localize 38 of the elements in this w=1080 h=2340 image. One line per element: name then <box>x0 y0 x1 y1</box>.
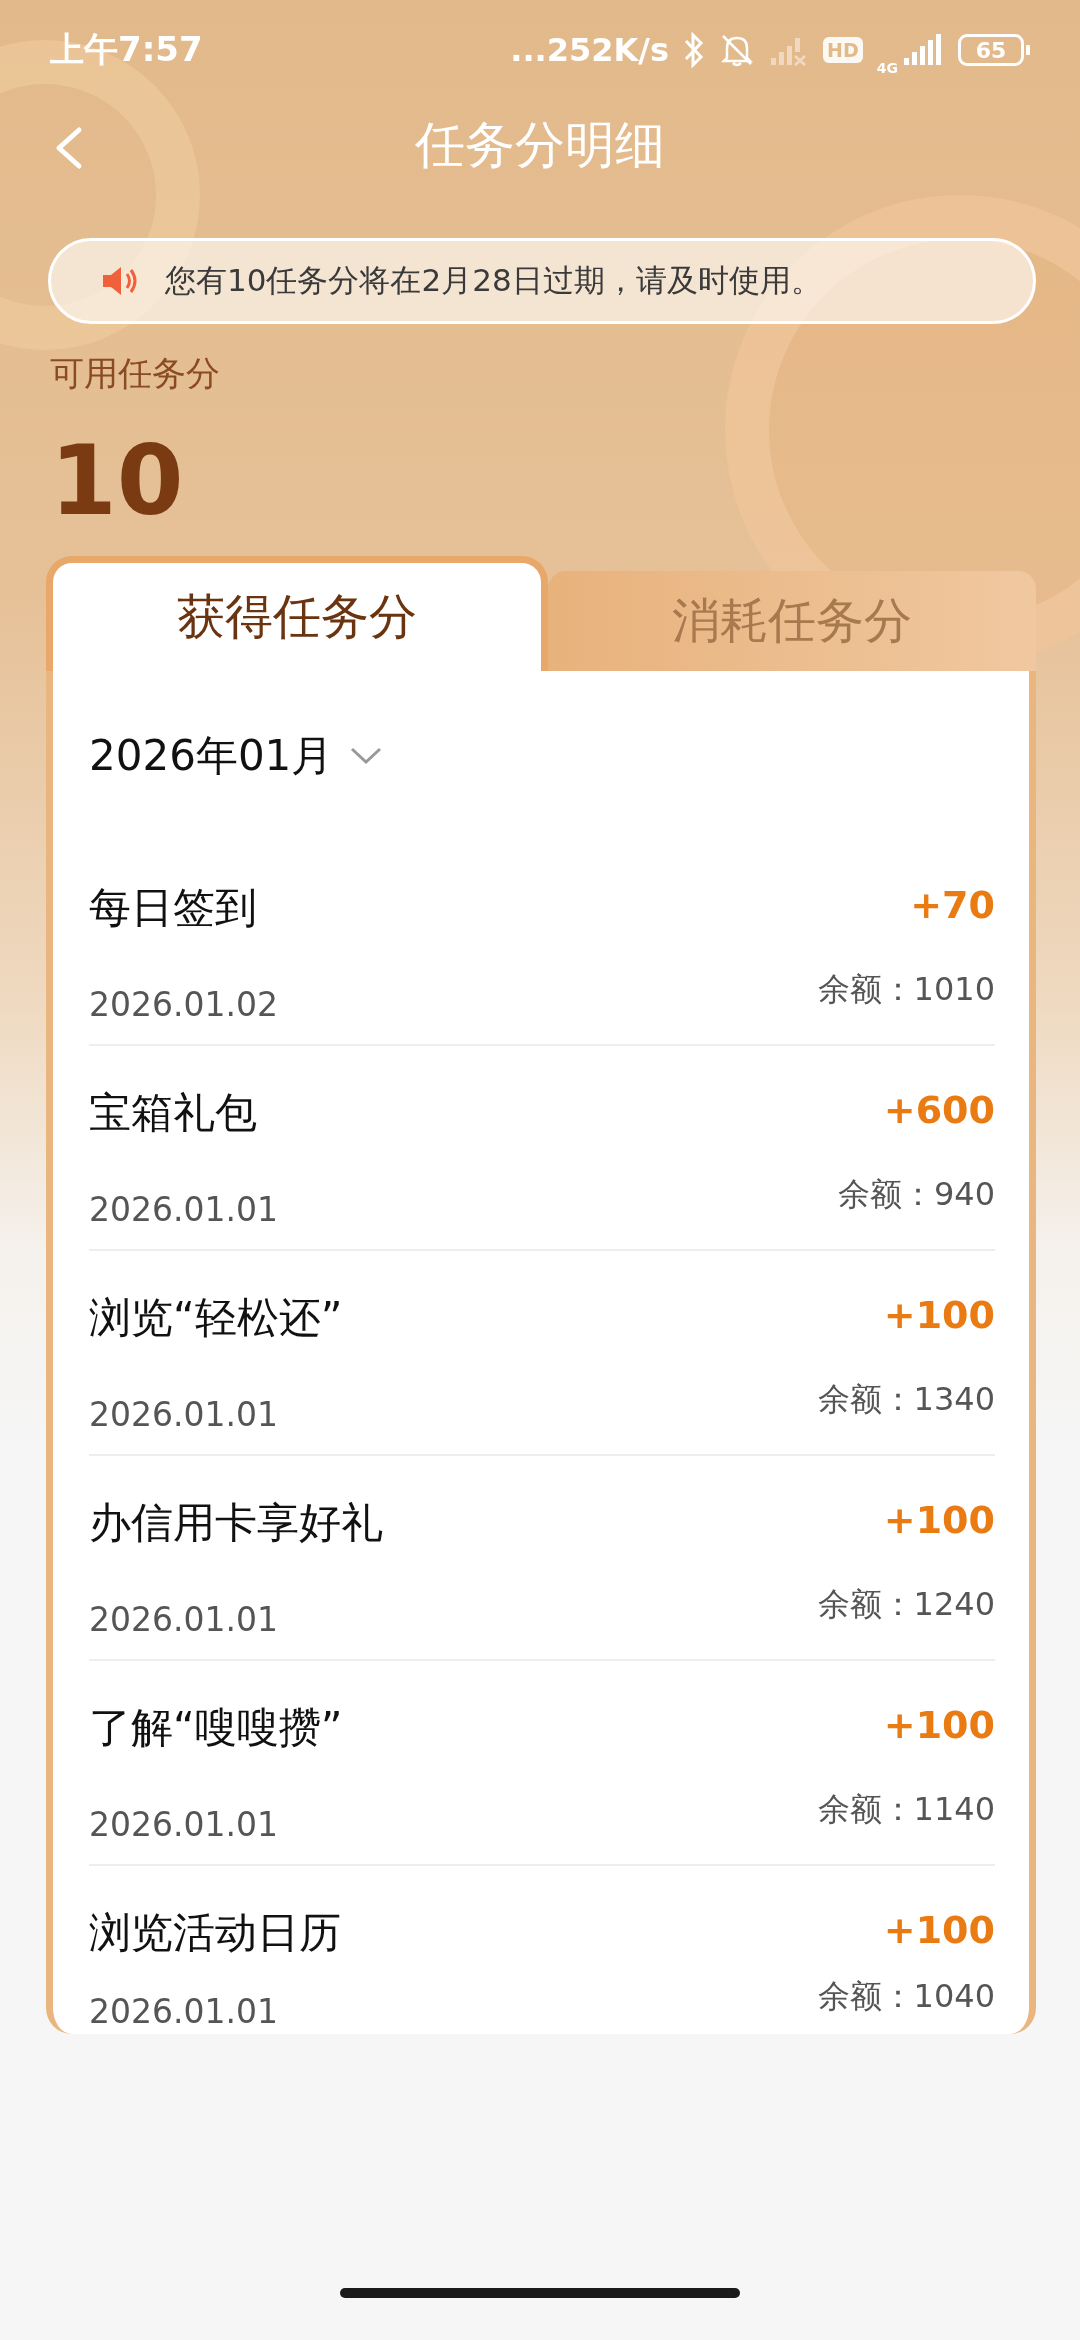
month-picker[interactable]: 2026年01月 <box>89 671 384 841</box>
notice-text: 您有10任务分将在2月28日过期，请及时使用。 <box>165 261 822 300</box>
signal-icon <box>902 34 944 66</box>
status-time: 上午7:57 <box>50 28 204 71</box>
record-balance: 余额：1140 <box>817 1788 995 1830</box>
tab[interactable]: 获得任务分 <box>46 556 548 671</box>
record-balance: 余额：940 <box>837 1173 995 1215</box>
record-title: 浏览活动日历 <box>89 1908 342 1959</box>
record-title: 了解“嗖嗖攒” <box>89 1703 344 1754</box>
network-speed: ...252K/s <box>510 31 670 69</box>
record-title: 办信用卡享好礼 <box>89 1498 384 1549</box>
hd-badge: HD <box>823 37 863 63</box>
caret-icon <box>349 746 384 766</box>
record-date: 2026.01.01 <box>89 1394 279 1436</box>
record-date: 2026.01.01 <box>89 1189 279 1231</box>
record-balance: 余额：1340 <box>817 1378 995 1420</box>
record-points: +600 <box>883 1088 995 1134</box>
record-points: +70 <box>910 883 995 929</box>
record-points: +100 <box>883 1498 995 1544</box>
page-title: 任务分明细 <box>415 114 665 176</box>
network-type: 4G <box>876 61 898 75</box>
record-balance: 余额：1010 <box>817 968 995 1010</box>
record-points: +100 <box>883 1703 995 1749</box>
record-balance: 余额：1240 <box>817 1583 995 1625</box>
points-label: 可用任务分 <box>50 352 221 395</box>
points-value: 10 <box>50 426 185 536</box>
bluetooth-icon <box>683 31 706 69</box>
home-indicator[interactable] <box>340 2288 740 2298</box>
record-date: 2026.01.01 <box>89 1599 279 1641</box>
record-balance: 余额：1040 <box>817 1976 995 2017</box>
record-title: 浏览“轻松还” <box>89 1293 344 1344</box>
record-title: 宝箱礼包 <box>89 1088 258 1139</box>
record-date: 2026.01.01 <box>89 1804 279 1846</box>
record-points: +100 <box>883 1908 995 1954</box>
record-points: +100 <box>883 1293 995 1339</box>
record-date: 2026.01.01 <box>89 1992 279 2033</box>
record-title: 每日签到 <box>89 883 258 934</box>
record-date: 2026.01.02 <box>89 984 279 1026</box>
